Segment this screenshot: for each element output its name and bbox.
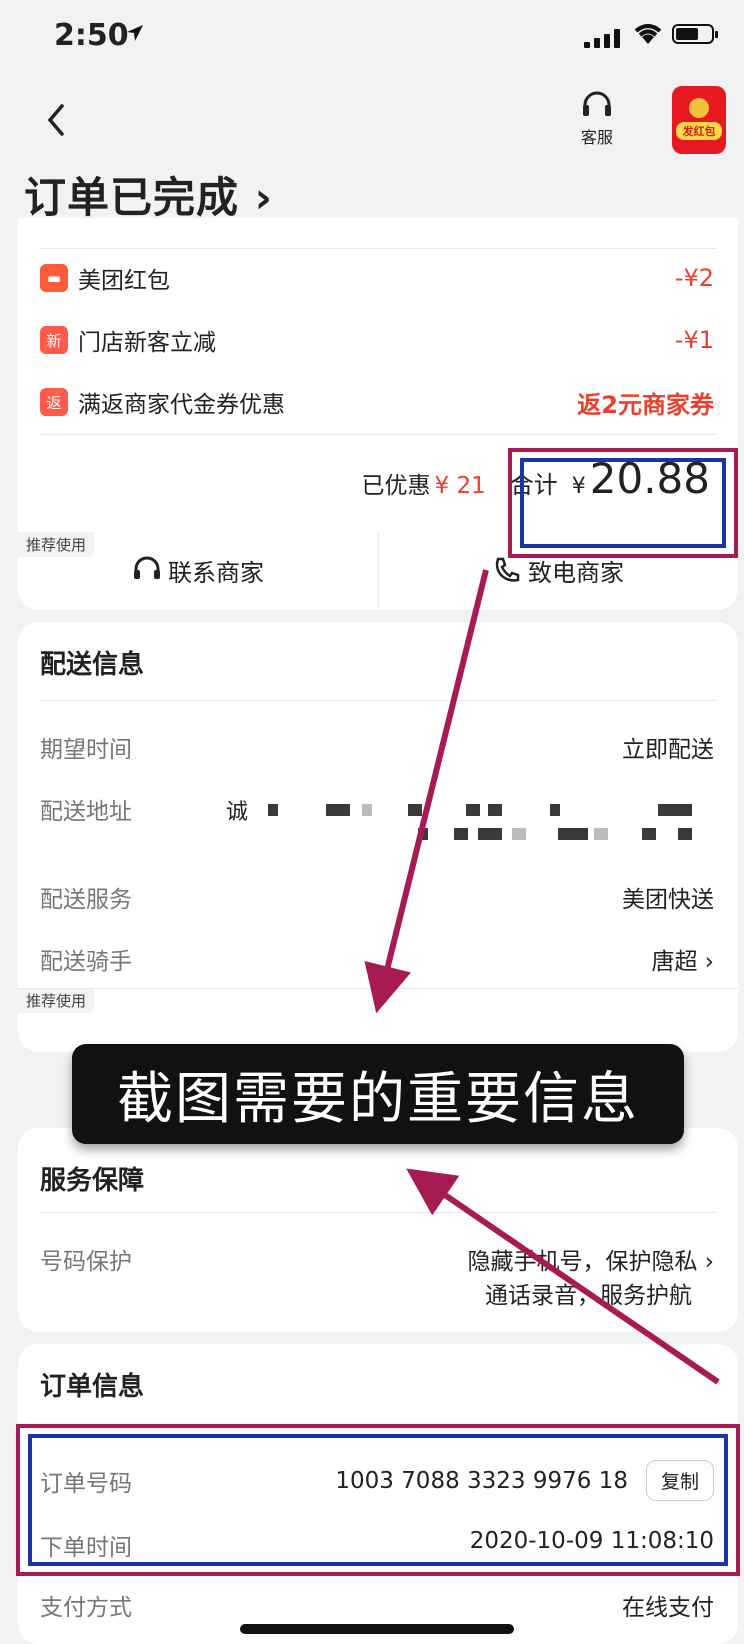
arrow-down-icon	[364, 569, 489, 1014]
annotation-arrows	[364, 569, 720, 1385]
home-indicator[interactable]	[240, 1624, 514, 1634]
arrow-up-icon	[406, 1168, 720, 1385]
annotation-banner: 截图需要的重要信息	[72, 1044, 684, 1144]
